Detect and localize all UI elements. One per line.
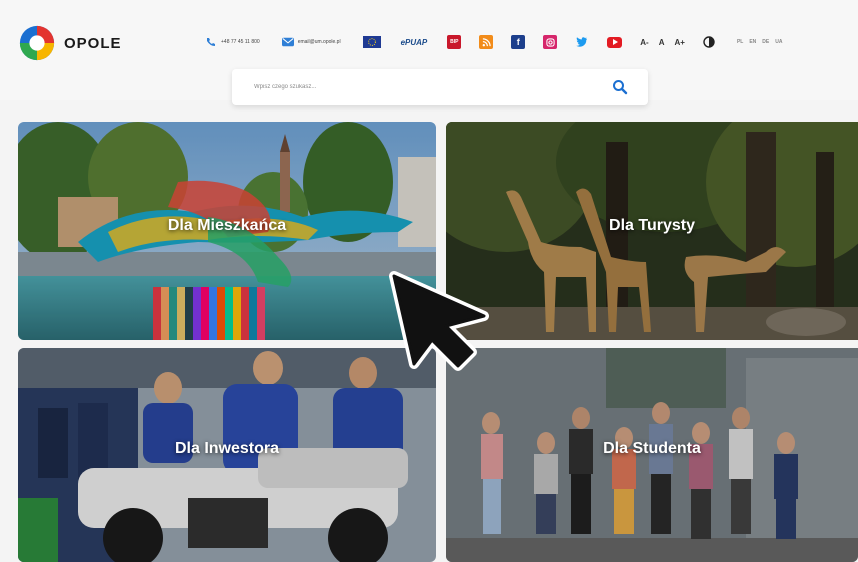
email-address: email@um.opole.pl — [297, 39, 341, 45]
top-bar: +48 77 45 11 800 email@um.opole.pl ePUAP… — [205, 30, 858, 54]
phone-icon — [207, 38, 215, 46]
bip-label: BIP — [450, 39, 459, 45]
tile-dla-studenta[interactable]: Dla Studenta — [446, 348, 858, 562]
phone-contact[interactable]: +48 77 45 11 800 — [205, 37, 260, 47]
tile-label-mieszkanca: Dla Mieszkańca — [167, 217, 287, 234]
email-contact[interactable]: email@um.opole.pl — [281, 37, 341, 47]
contrast-icon[interactable] — [703, 36, 715, 48]
facebook-icon[interactable]: f — [511, 35, 526, 49]
tile-dla-turysty[interactable]: Dla Turysty — [446, 122, 858, 340]
mouse-pointer-icon — [389, 271, 489, 371]
lang-ua[interactable]: UA — [775, 39, 782, 45]
instagram-icon[interactable] — [543, 35, 558, 49]
phone-number: +48 77 45 11 800 — [221, 39, 260, 45]
tile-dla-inwestora[interactable]: Dla Inwestora — [18, 348, 436, 562]
opole-logo-icon — [19, 25, 55, 61]
lang-pl[interactable]: PL — [737, 39, 743, 45]
email-icon — [281, 37, 294, 47]
logo[interactable]: OPOLE — [18, 24, 122, 62]
rss-icon[interactable] — [479, 35, 494, 49]
page: OPOLE +48 77 45 11 800 email@um.opole.pl… — [0, 0, 858, 562]
search-input[interactable] — [254, 80, 614, 94]
search-icon[interactable] — [612, 79, 628, 95]
bip-icon[interactable]: BIP — [447, 35, 462, 49]
lang-en[interactable]: EN — [749, 39, 756, 45]
twitter-icon[interactable] — [575, 35, 589, 49]
eu-flag-icon[interactable] — [362, 36, 381, 48]
youtube-icon[interactable] — [607, 36, 623, 48]
tile-label-turysty: Dla Turysty — [609, 217, 695, 234]
font-decrease-button[interactable]: A- — [640, 38, 648, 47]
font-normal-button[interactable]: A — [659, 38, 665, 47]
tile-label-inwestora: Dla Inwestora — [174, 440, 280, 457]
font-increase-button[interactable]: A+ — [675, 38, 685, 47]
logo-text: OPOLE — [64, 34, 122, 52]
lang-de[interactable]: DE — [762, 39, 769, 45]
search-bar — [232, 69, 648, 105]
epuap-link[interactable]: ePUAP — [401, 38, 428, 47]
tile-label-studenta: Dla Studenta — [603, 440, 701, 457]
tile-dla-mieszkanca[interactable]: Dla Mieszkańca — [18, 122, 436, 340]
